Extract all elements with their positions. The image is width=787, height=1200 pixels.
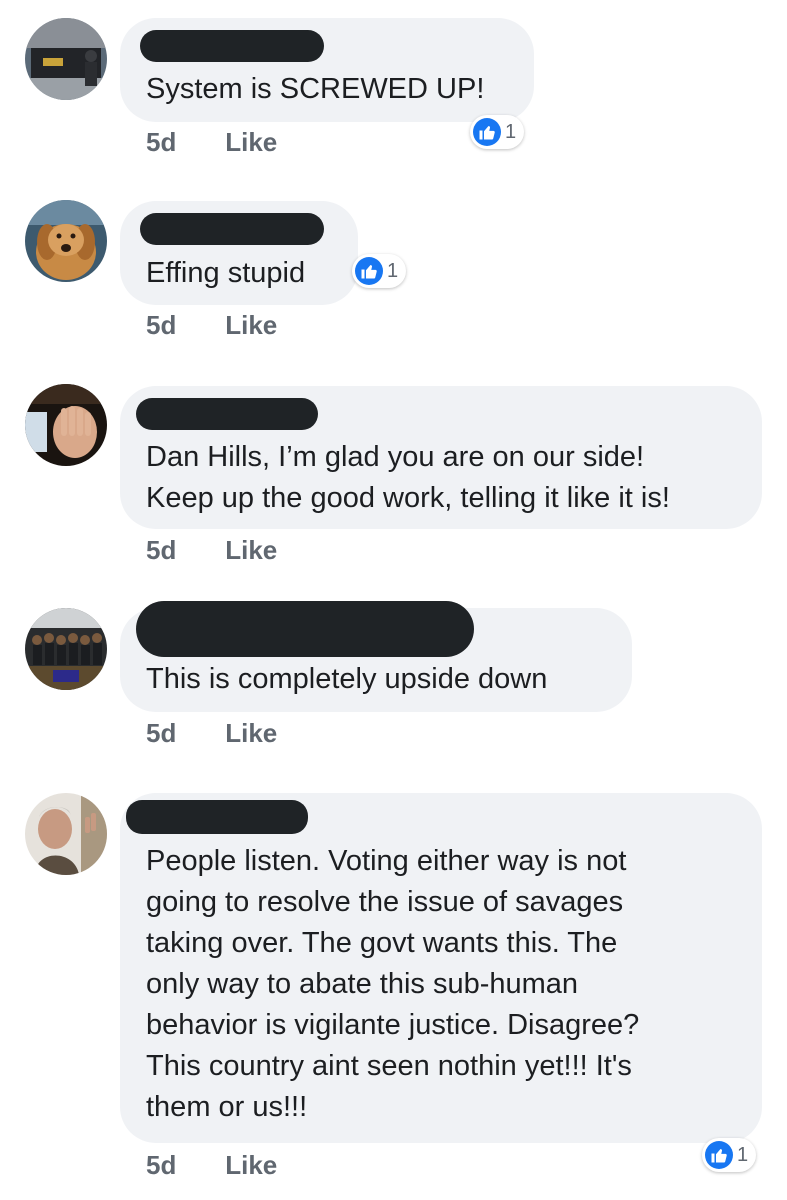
comment-timestamp[interactable]: 5d	[146, 535, 218, 566]
redacted-author-name	[136, 398, 318, 430]
comment-meta: 5d Like	[146, 535, 277, 566]
comment-bubble: Dan Hills, I’m glad you are on our side!…	[120, 386, 762, 529]
reaction-badge[interactable]: 1	[702, 1138, 757, 1172]
comment: System is SCREWED UP! 5d Like 1	[0, 0, 787, 190]
like-button[interactable]: Like	[225, 310, 277, 341]
reaction-count: 1	[387, 259, 399, 282]
like-icon	[355, 257, 383, 285]
redacted-author-name	[140, 30, 324, 62]
comment-bubble: System is SCREWED UP!	[120, 18, 534, 122]
reaction-count: 1	[505, 120, 517, 143]
redacted-author-name	[140, 213, 324, 245]
comment-meta: 5d Like	[146, 1150, 277, 1181]
avatar[interactable]	[25, 793, 107, 875]
avatar[interactable]	[25, 608, 107, 690]
like-button[interactable]: Like	[225, 1150, 277, 1181]
comment-text: Dan Hills, I’m glad you are on our side!…	[146, 441, 670, 514]
avatar[interactable]	[25, 18, 107, 100]
reaction-badge[interactable]: 1	[352, 254, 407, 288]
comment-text: This is completely upside down	[146, 663, 548, 695]
comment-bubble: This is completely upside down	[120, 601, 632, 712]
redacted-author-name	[136, 601, 474, 657]
comment-meta: 5d Like	[146, 718, 277, 749]
comment-timestamp[interactable]: 5d	[146, 127, 218, 158]
like-button[interactable]: Like	[225, 535, 277, 566]
avatar[interactable]	[25, 200, 107, 282]
comment-timestamp[interactable]: 5d	[146, 1150, 218, 1181]
like-button[interactable]: Like	[225, 127, 277, 158]
reaction-badge[interactable]: 1	[470, 115, 525, 149]
redacted-author-name	[126, 800, 308, 834]
comment-text: Effing stupid	[146, 257, 306, 289]
comment-meta: 5d Like	[146, 310, 277, 341]
avatar[interactable]	[25, 384, 107, 466]
like-icon	[473, 118, 501, 146]
comment-bubble: Effing stupid	[120, 201, 358, 305]
comment-bubble: People listen. Voting either way is not …	[120, 793, 762, 1143]
comment-text: System is SCREWED UP!	[146, 73, 485, 105]
comment-timestamp[interactable]: 5d	[146, 718, 218, 749]
comment-timestamp[interactable]: 5d	[146, 310, 218, 341]
reaction-count: 1	[737, 1143, 749, 1166]
like-icon	[705, 1141, 733, 1169]
comment-text: People listen. Voting either way is not …	[146, 845, 640, 1123]
like-button[interactable]: Like	[225, 718, 277, 749]
comment-meta: 5d Like	[146, 127, 277, 158]
